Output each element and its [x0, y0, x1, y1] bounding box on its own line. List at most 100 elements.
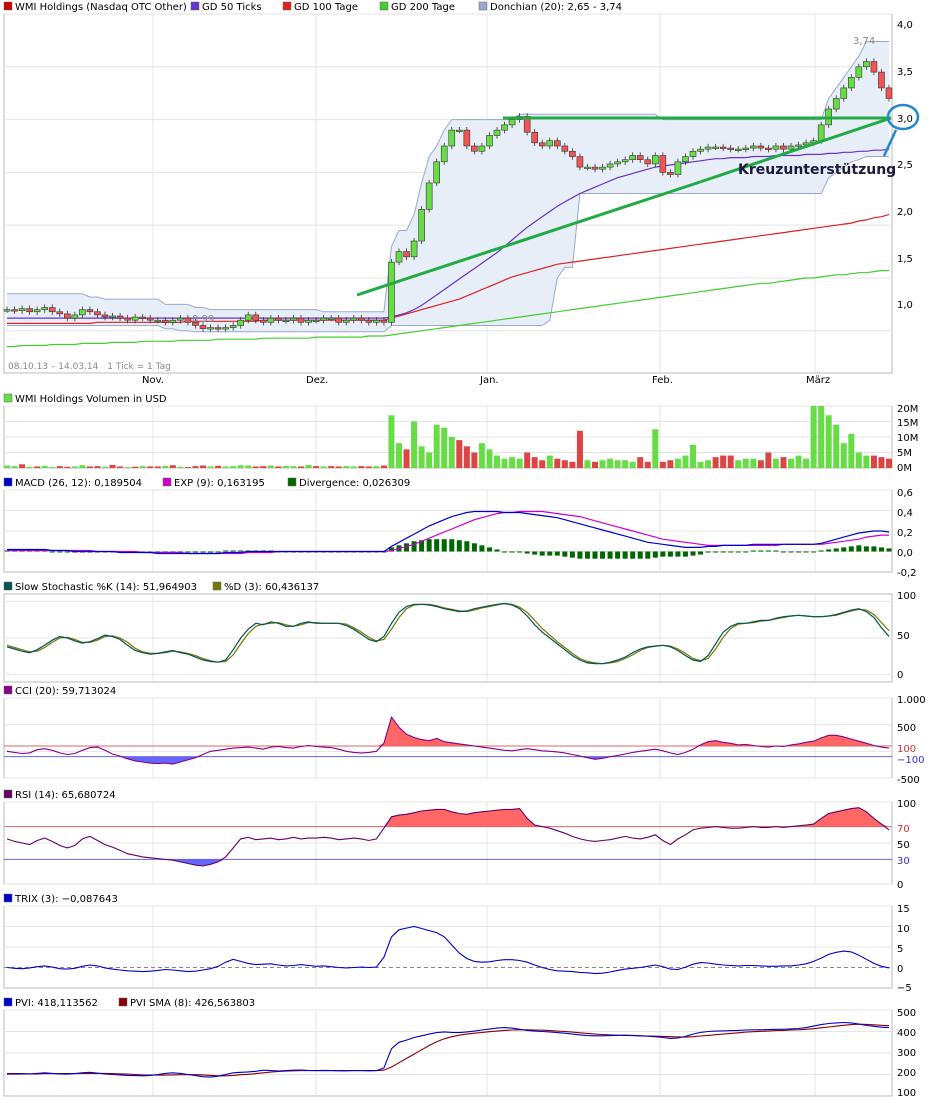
- stoch-grid: [4, 594, 892, 682]
- volume-bar: [86, 466, 93, 468]
- volume-y-axis: 20M 15M 10M 5M 0M: [897, 404, 918, 474]
- price-y-tick-2: 3,0: [897, 114, 913, 125]
- cci-legend-swatch-0: [3, 685, 13, 695]
- volume-bar: [11, 466, 18, 468]
- volume-bar: [245, 465, 252, 468]
- volume-bar: [780, 457, 787, 468]
- candle-body: [116, 315, 124, 319]
- volume-bar: [878, 457, 885, 468]
- stoch-y-tick-0: 100: [897, 591, 916, 602]
- divergence-bar: [411, 541, 417, 552]
- macd-lines: [7, 510, 890, 555]
- volume-bar: [765, 452, 772, 468]
- divergence-bar: [517, 551, 523, 553]
- volume-bar: [102, 466, 108, 468]
- stoch-legend-swatch-0: [3, 581, 13, 591]
- stock-chart: WMI Holdings (Nasdaq OTC Other) GD 50 Ti…: [3, 1, 926, 1099]
- candle-body: [832, 98, 840, 110]
- pvi-legend-swatch-0: [3, 997, 13, 1007]
- volume-bar: [501, 458, 508, 468]
- price-panel: WMI Holdings (Nasdaq OTC Other) GD 50 Ti…: [3, 1, 920, 386]
- cross-support-label: Kreuzunterstützung: [738, 162, 896, 178]
- candle-body: [11, 309, 18, 312]
- volume-bar: [637, 457, 644, 468]
- price-legend: WMI Holdings (Nasdaq OTC Other) GD 50 Ti…: [3, 1, 622, 13]
- volume-bar: [192, 466, 199, 468]
- volume-bar: [471, 452, 478, 468]
- divergence-bar: [637, 551, 643, 559]
- volume-bar: [4, 465, 10, 468]
- volume-legend-swatch: [3, 393, 13, 403]
- candle-body: [463, 129, 471, 147]
- candle-body: [433, 161, 440, 184]
- divergence-bar: [509, 551, 515, 553]
- divergence-bar: [645, 551, 651, 559]
- candle-body: [214, 327, 222, 330]
- candle-body: [629, 155, 636, 161]
- divergence-bar: [826, 549, 832, 552]
- volume-bar: [478, 443, 485, 468]
- candle-body: [569, 150, 576, 157]
- candle-body: [395, 251, 403, 263]
- volume-bar: [788, 458, 794, 468]
- candle-body: [478, 145, 486, 152]
- divergence-bar: [758, 550, 764, 552]
- divergence-bar: [818, 550, 824, 552]
- candle-body: [667, 172, 674, 175]
- trix-panel: TRIX (3): −0,087643 15 10 5 0 −5: [3, 893, 912, 994]
- divergence-bar: [803, 551, 809, 553]
- date-range-text: 08.10.13 – 14.03.14: [8, 362, 99, 372]
- volume-bar: [516, 458, 523, 468]
- candle-body: [267, 317, 275, 323]
- candle-body: [780, 145, 787, 150]
- price-y-tick-5: 1,5: [897, 254, 913, 265]
- divergence-bar: [230, 550, 236, 552]
- candle-body: [554, 140, 561, 147]
- volume-bar: [222, 466, 229, 468]
- candle-body: [312, 319, 320, 323]
- divergence-bar: [208, 551, 214, 553]
- volume-bar: [184, 467, 191, 468]
- divergence-bar: [49, 551, 55, 553]
- rsi-y-tick-2: 50: [897, 840, 910, 851]
- candle-body: [765, 147, 772, 150]
- volume-bar: [705, 460, 712, 468]
- divergence-bar: [878, 547, 884, 552]
- candle-body: [388, 261, 395, 323]
- divergence-bar: [720, 551, 726, 553]
- candle-body: [327, 317, 335, 320]
- cci-panel: CCI (20): 59,713024 1.000 500 100 −100 -…: [3, 685, 926, 786]
- candle-body: [139, 316, 146, 319]
- price-legend-label-2: GD 100 Tage: [294, 2, 358, 13]
- trix-y-tick-1: 10: [897, 924, 910, 935]
- macd-y-tick-3: 0,0: [897, 548, 913, 559]
- cci-plot-frame: [3, 697, 893, 779]
- volume-bar: [539, 460, 546, 468]
- divergence-bar: [735, 551, 741, 553]
- trix-y-tick-2: 5: [897, 944, 903, 955]
- price-legend-swatch-3: [379, 1, 389, 11]
- volume-bar: [207, 466, 214, 468]
- divergence-bar: [532, 551, 538, 555]
- cci-legend-label-0: CCI (20): 59,713024: [15, 686, 116, 697]
- candle-body: [131, 316, 139, 321]
- cci-y-tick-3: -500: [897, 775, 920, 786]
- pvi-grid: [4, 1009, 892, 1096]
- candle-body: [591, 166, 599, 170]
- candle-body: [538, 142, 546, 147]
- candle-body: [71, 314, 79, 319]
- donchian-band: [7, 41, 889, 333]
- candle-body: [410, 240, 418, 258]
- price-legend-swatch-4: [478, 1, 488, 11]
- rsi-panel: RSI (14): 65,680724 100 70 50 30 0: [3, 789, 916, 891]
- stoch-lines: [6, 602, 890, 665]
- pvi-y-tick-4: 100: [897, 1088, 916, 1099]
- divergence-bar: [788, 551, 794, 553]
- price-legend-swatch-2: [282, 1, 292, 11]
- divergence-bar: [223, 550, 229, 552]
- volume-bar: [94, 466, 101, 468]
- volume-bar: [720, 455, 727, 468]
- candle-body: [18, 308, 26, 312]
- divergence-bar: [562, 551, 568, 557]
- volume-bar: [298, 466, 304, 468]
